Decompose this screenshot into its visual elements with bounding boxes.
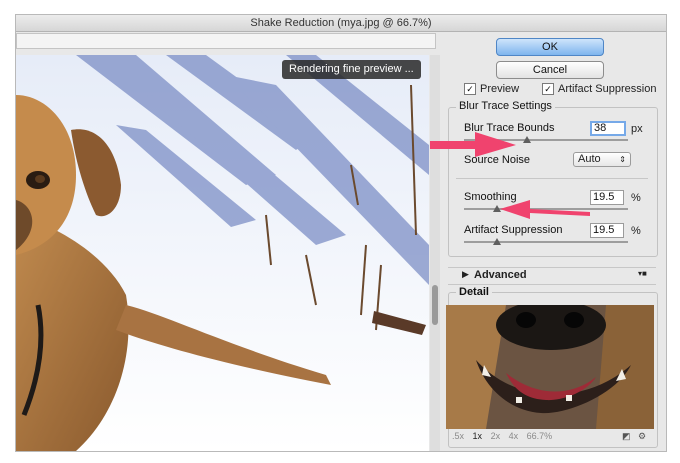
smoothing-slider-thumb[interactable] (493, 205, 501, 212)
blur-trace-bounds-slider-thumb[interactable] (523, 136, 531, 143)
smoothing-slider[interactable] (464, 208, 628, 210)
smoothing-unit: % (631, 192, 641, 204)
settings-divider (456, 178, 648, 179)
blur-trace-bounds-slider[interactable] (464, 139, 628, 141)
shake-reduction-dialog: Shake Reduction (mya.jpg @ 66.7%) Render… (15, 14, 667, 452)
artifact-suppression-input[interactable]: 19.5 (590, 223, 624, 238)
zoom-option-2x[interactable]: 2x (491, 431, 501, 441)
preview-checkbox[interactable]: ✓ (464, 83, 476, 95)
blur-trace-bounds-input[interactable]: 38 (590, 121, 626, 136)
ok-button[interactable]: OK (496, 38, 604, 56)
advanced-divider-bottom (448, 284, 656, 285)
cancel-button[interactable]: Cancel (496, 61, 604, 79)
zoom-option-fit[interactable]: 66.7% (527, 431, 553, 441)
artifact-suppression-slider-thumb[interactable] (493, 238, 501, 245)
detail-title: Detail (456, 286, 492, 298)
updown-chevron-icon: ⇕ (619, 155, 626, 164)
artifact-suppression-option-label: Artifact Suppression (558, 83, 657, 95)
smoothing-label: Smoothing (464, 191, 517, 203)
advanced-label: Advanced (474, 269, 527, 281)
detail-zoom-bar: .5x 1x 2x 4x 66.7% ◩ ⚙ (452, 431, 652, 443)
smoothing-input[interactable]: 19.5 (590, 190, 624, 205)
source-noise-select[interactable]: Auto ⇕ (573, 152, 631, 167)
preview-photo-drawing (16, 55, 429, 451)
blur-trace-bounds-unit: px (631, 123, 643, 135)
source-noise-value: Auto (578, 153, 601, 165)
detail-photo-drawing (446, 305, 654, 429)
zoom-option-4x[interactable]: 4x (509, 431, 519, 441)
source-noise-label: Source Noise (464, 154, 531, 166)
artifact-suppression-checkbox[interactable]: ✓ (542, 83, 554, 95)
preview-toolbar-strip (16, 33, 436, 49)
preview-label: Preview (480, 83, 520, 95)
blur-trace-settings-title: Blur Trace Settings (456, 100, 555, 112)
artifact-suppression-checkbox-row[interactable]: ✓ Artifact Suppression (542, 83, 656, 95)
menu-dropdown-icon[interactable]: ▾■ (638, 269, 647, 278)
gear-icon[interactable]: ⚙ (638, 431, 646, 442)
advanced-divider-top (448, 267, 656, 268)
artifact-suppression-slider[interactable] (464, 241, 628, 243)
blur-trace-bounds-label: Blur Trace Bounds (464, 122, 555, 134)
preview-image[interactable] (16, 55, 429, 451)
window-title: Shake Reduction (mya.jpg @ 66.7%) (16, 15, 666, 32)
detail-loupe-image[interactable] (446, 305, 654, 429)
zoom-option-half[interactable]: .5x (452, 431, 464, 441)
artifact-suppression-unit: % (631, 225, 641, 237)
triangle-right-icon[interactable]: ▶ (462, 269, 469, 280)
preview-vertical-scrollbar[interactable] (430, 55, 440, 451)
rendering-status-overlay: Rendering fine preview ... (282, 60, 421, 79)
artifact-suppression-label: Artifact Suppression (464, 224, 563, 236)
advanced-section-toggle[interactable]: ▶ Advanced ▾■ (448, 269, 656, 283)
scrollbar-thumb[interactable] (432, 285, 438, 325)
preview-checkbox-row[interactable]: ✓ Preview (464, 83, 519, 95)
loupe-toggle-icon[interactable]: ◩ (622, 431, 631, 442)
zoom-option-1x[interactable]: 1x (473, 431, 483, 441)
